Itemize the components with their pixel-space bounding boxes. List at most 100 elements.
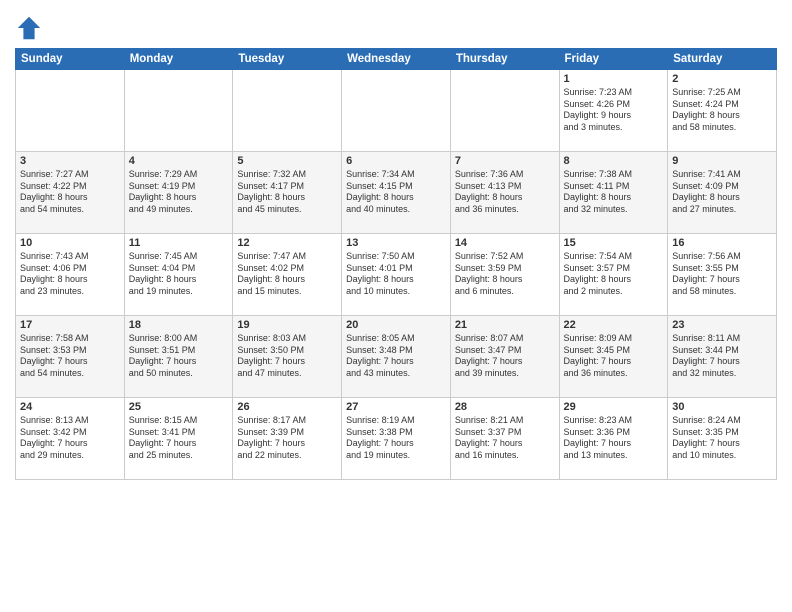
day-info: Sunrise: 8:03 AM: [237, 333, 337, 345]
day-info: and 23 minutes.: [20, 286, 120, 298]
day-info: and 25 minutes.: [129, 450, 229, 462]
day-info: Sunset: 3:36 PM: [564, 427, 664, 439]
calendar-body: 1Sunrise: 7:23 AMSunset: 4:26 PMDaylight…: [16, 70, 777, 480]
calendar-cell: 16Sunrise: 7:56 AMSunset: 3:55 PMDayligh…: [668, 234, 777, 316]
day-header-thursday: Thursday: [450, 49, 559, 70]
calendar-cell: 19Sunrise: 8:03 AMSunset: 3:50 PMDayligh…: [233, 316, 342, 398]
day-info: and 54 minutes.: [20, 368, 120, 380]
day-info: Sunset: 4:15 PM: [346, 181, 446, 193]
day-info: Daylight: 9 hours: [564, 110, 664, 122]
day-info: Sunset: 4:19 PM: [129, 181, 229, 193]
day-info: Sunset: 3:51 PM: [129, 345, 229, 357]
day-info: Daylight: 8 hours: [564, 274, 664, 286]
week-row-3: 10Sunrise: 7:43 AMSunset: 4:06 PMDayligh…: [16, 234, 777, 316]
calendar-cell: 20Sunrise: 8:05 AMSunset: 3:48 PMDayligh…: [342, 316, 451, 398]
day-info: and 22 minutes.: [237, 450, 337, 462]
day-number: 26: [237, 401, 337, 413]
day-info: and 39 minutes.: [455, 368, 555, 380]
calendar-cell: 30Sunrise: 8:24 AMSunset: 3:35 PMDayligh…: [668, 398, 777, 480]
calendar-cell: 8Sunrise: 7:38 AMSunset: 4:11 PMDaylight…: [559, 152, 668, 234]
day-info: Sunrise: 8:21 AM: [455, 415, 555, 427]
day-info: Sunrise: 8:15 AM: [129, 415, 229, 427]
day-info: Sunrise: 8:11 AM: [672, 333, 772, 345]
day-info: Sunset: 3:53 PM: [20, 345, 120, 357]
day-number: 12: [237, 237, 337, 249]
day-info: Sunset: 4:24 PM: [672, 99, 772, 111]
day-info: Sunrise: 8:05 AM: [346, 333, 446, 345]
day-info: Daylight: 7 hours: [672, 438, 772, 450]
day-number: 16: [672, 237, 772, 249]
day-info: Daylight: 7 hours: [455, 438, 555, 450]
logo-icon: [15, 14, 43, 42]
day-info: and 58 minutes.: [672, 286, 772, 298]
day-info: and 13 minutes.: [564, 450, 664, 462]
day-header-sunday: Sunday: [16, 49, 125, 70]
calendar-cell: 5Sunrise: 7:32 AMSunset: 4:17 PMDaylight…: [233, 152, 342, 234]
day-info: Sunrise: 7:27 AM: [20, 169, 120, 181]
day-number: 22: [564, 319, 664, 331]
day-info: and 10 minutes.: [672, 450, 772, 462]
calendar-cell: [233, 70, 342, 152]
week-row-5: 24Sunrise: 8:13 AMSunset: 3:42 PMDayligh…: [16, 398, 777, 480]
day-info: Sunrise: 8:13 AM: [20, 415, 120, 427]
day-number: 5: [237, 155, 337, 167]
day-info: Daylight: 8 hours: [672, 110, 772, 122]
calendar-cell: 25Sunrise: 8:15 AMSunset: 3:41 PMDayligh…: [124, 398, 233, 480]
day-info: Daylight: 8 hours: [129, 274, 229, 286]
calendar-cell: 14Sunrise: 7:52 AMSunset: 3:59 PMDayligh…: [450, 234, 559, 316]
calendar-cell: 13Sunrise: 7:50 AMSunset: 4:01 PMDayligh…: [342, 234, 451, 316]
calendar-cell: 23Sunrise: 8:11 AMSunset: 3:44 PMDayligh…: [668, 316, 777, 398]
day-info: Sunset: 4:26 PM: [564, 99, 664, 111]
calendar-cell: 28Sunrise: 8:21 AMSunset: 3:37 PMDayligh…: [450, 398, 559, 480]
day-info: and 29 minutes.: [20, 450, 120, 462]
day-info: Daylight: 7 hours: [564, 356, 664, 368]
day-info: Sunset: 3:39 PM: [237, 427, 337, 439]
day-info: Sunset: 4:11 PM: [564, 181, 664, 193]
week-row-1: 1Sunrise: 7:23 AMSunset: 4:26 PMDaylight…: [16, 70, 777, 152]
calendar-cell: 29Sunrise: 8:23 AMSunset: 3:36 PMDayligh…: [559, 398, 668, 480]
day-info: and 40 minutes.: [346, 204, 446, 216]
day-info: Sunrise: 7:47 AM: [237, 251, 337, 263]
day-info: Daylight: 8 hours: [672, 192, 772, 204]
header-row: SundayMondayTuesdayWednesdayThursdayFrid…: [16, 49, 777, 70]
day-number: 27: [346, 401, 446, 413]
day-info: Sunset: 4:13 PM: [455, 181, 555, 193]
calendar-cell: 18Sunrise: 8:00 AMSunset: 3:51 PMDayligh…: [124, 316, 233, 398]
day-info: Sunrise: 7:41 AM: [672, 169, 772, 181]
header: [15, 10, 777, 42]
day-number: 25: [129, 401, 229, 413]
day-info: Sunrise: 7:29 AM: [129, 169, 229, 181]
day-info: Sunrise: 7:34 AM: [346, 169, 446, 181]
day-header-monday: Monday: [124, 49, 233, 70]
day-info: and 19 minutes.: [346, 450, 446, 462]
day-info: Daylight: 7 hours: [672, 356, 772, 368]
day-info: Sunrise: 7:56 AM: [672, 251, 772, 263]
day-info: Daylight: 8 hours: [346, 274, 446, 286]
calendar-cell: 27Sunrise: 8:19 AMSunset: 3:38 PMDayligh…: [342, 398, 451, 480]
day-info: Sunset: 3:38 PM: [346, 427, 446, 439]
day-info: Sunset: 3:41 PM: [129, 427, 229, 439]
week-row-4: 17Sunrise: 7:58 AMSunset: 3:53 PMDayligh…: [16, 316, 777, 398]
day-info: Sunrise: 7:25 AM: [672, 87, 772, 99]
calendar-cell: 26 Sunrise: 8:17 AMSunset: 3:39 PMDayligh…: [233, 398, 342, 480]
day-number: 1: [564, 73, 664, 85]
calendar: SundayMondayTuesdayWednesdayThursdayFrid…: [15, 48, 777, 480]
day-info: and 47 minutes.: [237, 368, 337, 380]
day-info: Daylight: 8 hours: [20, 274, 120, 286]
day-number: 29: [564, 401, 664, 413]
day-info: Sunrise: 7:54 AM: [564, 251, 664, 263]
day-info: Daylight: 8 hours: [455, 192, 555, 204]
calendar-cell: 3Sunrise: 7:27 AMSunset: 4:22 PMDaylight…: [16, 152, 125, 234]
day-info: Daylight: 8 hours: [129, 192, 229, 204]
day-info: Sunset: 4:17 PM: [237, 181, 337, 193]
day-info: Sunrise: 8:17 AM: [237, 415, 337, 427]
day-info: Sunset: 3:48 PM: [346, 345, 446, 357]
day-info: and 32 minutes.: [672, 368, 772, 380]
day-info: Daylight: 7 hours: [237, 438, 337, 450]
day-info: Daylight: 8 hours: [564, 192, 664, 204]
day-info: and 36 minutes.: [564, 368, 664, 380]
day-info: and 10 minutes.: [346, 286, 446, 298]
calendar-cell: 11Sunrise: 7:45 AMSunset: 4:04 PMDayligh…: [124, 234, 233, 316]
day-info: and 2 minutes.: [564, 286, 664, 298]
day-info: and 6 minutes.: [455, 286, 555, 298]
